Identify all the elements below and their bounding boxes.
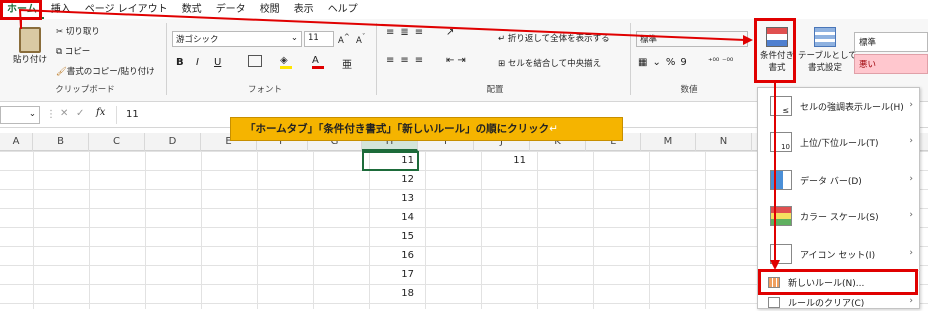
arrowhead	[743, 35, 753, 45]
red-arrows	[18, 8, 780, 270]
arrowhead	[770, 260, 780, 270]
arrow-to-cond-format	[18, 8, 746, 41]
